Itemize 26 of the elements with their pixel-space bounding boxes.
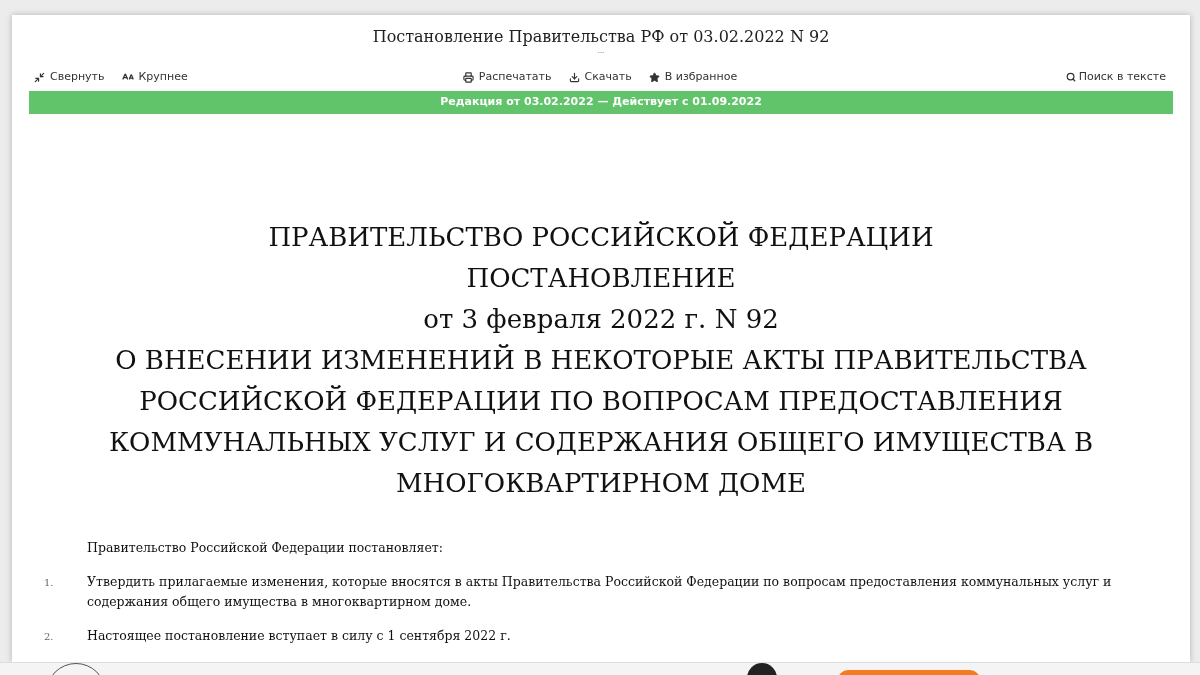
download-icon: [568, 71, 580, 83]
heading-line: КОММУНАЛЬНЫХ УСЛУГ И СОДЕРЖАНИЯ ОБЩЕГО ИМУЩЕСТВА В: [109, 426, 1093, 459]
print-icon: [462, 71, 474, 83]
intro-paragraph: Правительство Российской Федерации постановляет:: [87, 540, 443, 555]
star-icon: [648, 71, 660, 83]
toolbar-button[interactable]: Крупнее: [121, 68, 188, 86]
heading-line: РОССИЙСКОЙ ФЕДЕРАЦИИ ПО ВОПРОСАМ ПРЕДОСТАВЛЕНИЯ: [139, 384, 1063, 418]
heading-line: О ВНЕСЕНИИ ИЗМЕНЕНИЙ В НЕКОТОРЫЕ АКТЫ ПРАВИТЕЛЬСТВА: [115, 343, 1087, 377]
heading-line: МНОГОКВАРТИРНОМ ДОМЕ: [396, 467, 806, 500]
heading-line: от 3 февраля 2022 г. N 92: [423, 303, 779, 336]
collapse-icon: [34, 71, 45, 83]
item-number: 2.: [44, 631, 54, 642]
edition-banner: Редакция от 03.02.2022 — Действует с 01.09.2022: [29, 91, 1173, 114]
font-size-icon: [121, 71, 134, 83]
search-icon: [1065, 72, 1076, 82]
item-paragraph: Утвердить прилагаемые изменения, которые вносятся в акты Правительства Российской Федерации по вопросам предоставления коммунальных услуг и содержания общего имущества в многоквартирном доме.: [87, 573, 1113, 611]
heading-line: ПРАВИТЕЛЬСТВО РОССИЙСКОЙ ФЕДЕРАЦИИ: [268, 220, 934, 254]
item-paragraph: Настоящее постановление вступает в силу с 1 сентября 2022 г.: [87, 627, 512, 645]
item-number: 1.: [44, 577, 54, 588]
search-button[interactable]: Поиск в тексте: [1065, 68, 1166, 86]
toolbar-button[interactable]: Распечатать: [462, 68, 552, 86]
toolbar-button[interactable]: Свернуть: [34, 68, 105, 86]
toolbar-button[interactable]: В избранное: [648, 68, 738, 86]
document-title: Постановление Правительства РФ от 03.02.2022 N 92: [371, 27, 831, 47]
heading-line: ПОСТАНОВЛЕНИЕ: [466, 262, 736, 295]
toolbar-button[interactable]: Скачать: [568, 68, 632, 86]
